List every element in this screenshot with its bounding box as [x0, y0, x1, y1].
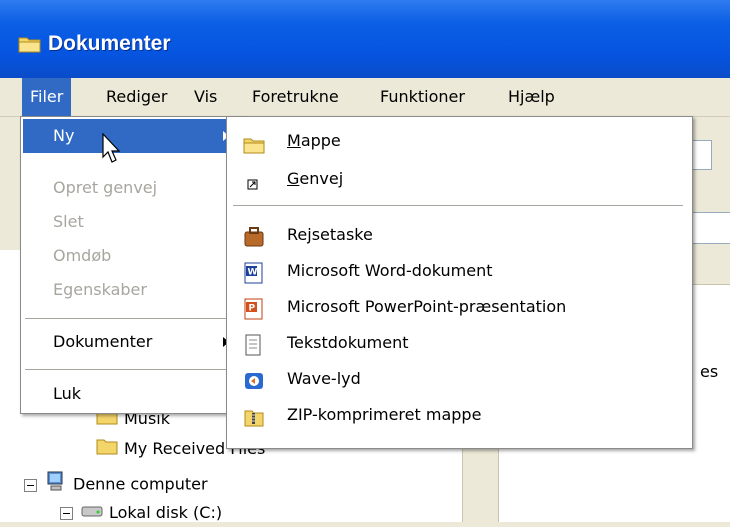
mouse-cursor-icon	[102, 133, 121, 163]
folder-icon	[18, 34, 42, 58]
new-submenu: Mappe Genvej Rejsetaske W Microsoft Word…	[226, 116, 693, 449]
submenu-item-briefcase[interactable]: Rejsetaske	[231, 217, 687, 253]
title-bar: Dokumenter	[0, 0, 730, 78]
submenu-item-label: Tekstdokument	[287, 333, 409, 352]
folder-icon	[96, 437, 118, 463]
collapse-toggle[interactable]	[60, 507, 73, 520]
file-menu: Ny Opret genvej Slet Omdøb Egenskaber Do…	[20, 116, 247, 414]
powerpoint-icon: P	[243, 297, 263, 320]
menu-item-label: Slet	[53, 212, 84, 231]
menu-funktioner[interactable]: Funktioner	[372, 78, 473, 116]
menu-item-label: Opret genvej	[53, 178, 158, 197]
menu-item-label: Ny	[53, 126, 75, 145]
menu-item-label: Luk	[53, 384, 82, 403]
menu-foretrukne[interactable]: Foretrukne	[244, 78, 347, 116]
submenu-item-shortcut[interactable]: Genvej	[231, 161, 687, 197]
word-document-icon: W	[243, 261, 263, 284]
menu-item-create-shortcut[interactable]: Opret genvej	[23, 171, 243, 205]
svg-text:P: P	[249, 304, 256, 314]
menu-item-close[interactable]: Luk	[23, 377, 243, 411]
menu-filer[interactable]: Filer	[22, 78, 72, 116]
menu-separator	[233, 205, 683, 206]
menu-hjaelp[interactable]: Hjælp	[500, 78, 563, 116]
briefcase-icon	[243, 225, 264, 247]
menu-separator	[25, 318, 241, 319]
tree-item-local-disk[interactable]: Lokal disk (C:)	[60, 500, 222, 526]
submenu-item-zip[interactable]: ZIP-komprimeret mappe	[231, 397, 687, 433]
collapse-toggle[interactable]	[24, 478, 37, 492]
submenu-item-label: Microsoft PowerPoint-præsentation	[287, 297, 567, 316]
menu-item-delete[interactable]: Slet	[23, 205, 243, 239]
menu-item-new[interactable]: Ny	[23, 119, 243, 153]
submenu-item-label: Rejsetaske	[287, 225, 373, 244]
zip-folder-icon	[243, 405, 264, 427]
submenu-item-label: Microsoft Word-dokument	[287, 261, 493, 280]
tree-item-label: Lokal disk (C:)	[109, 503, 223, 522]
menu-item-properties[interactable]: Egenskaber	[23, 273, 243, 307]
wave-audio-icon	[243, 369, 263, 389]
menu-bar: Filer Rediger Vis Foretrukne Funktioner …	[0, 78, 730, 117]
submenu-item-folder[interactable]: Mappe	[231, 123, 687, 159]
tree-item-computer[interactable]: Denne computer	[24, 470, 208, 496]
computer-icon	[45, 470, 67, 500]
menu-item-label: Dokumenter	[53, 332, 153, 351]
submenu-item-powerpoint[interactable]: P Microsoft PowerPoint-præsentation	[231, 289, 687, 325]
drive-icon	[81, 501, 103, 527]
menu-rediger[interactable]: Rediger	[98, 78, 175, 116]
submenu-item-wave[interactable]: Wave-lyd	[231, 361, 687, 397]
submenu-item-label: Genvej	[287, 169, 344, 188]
tree-item-label: Denne computer	[73, 474, 208, 494]
folder-icon	[243, 131, 265, 154]
submenu-item-word[interactable]: W Microsoft Word-dokument	[231, 253, 687, 289]
submenu-item-label: ZIP-komprimeret mappe	[287, 405, 482, 424]
menu-item-rename[interactable]: Omdøb	[23, 239, 243, 273]
submenu-item-label: Wave-lyd	[287, 369, 361, 388]
window-title: Dokumenter	[48, 32, 171, 55]
menu-item-label: Egenskaber	[53, 280, 147, 299]
menu-item-documents[interactable]: Dokumenter	[23, 325, 243, 359]
submenu-item-text[interactable]: Tekstdokument	[231, 325, 687, 361]
text-document-icon	[243, 333, 263, 356]
shortcut-icon	[243, 169, 263, 190]
menu-vis[interactable]: Vis	[186, 78, 225, 116]
submenu-item-label: Mappe	[287, 131, 341, 150]
svg-text:W: W	[248, 268, 258, 278]
menu-item-label: Omdøb	[53, 246, 112, 265]
file-list-text: es	[700, 362, 719, 381]
menu-separator	[25, 369, 241, 370]
